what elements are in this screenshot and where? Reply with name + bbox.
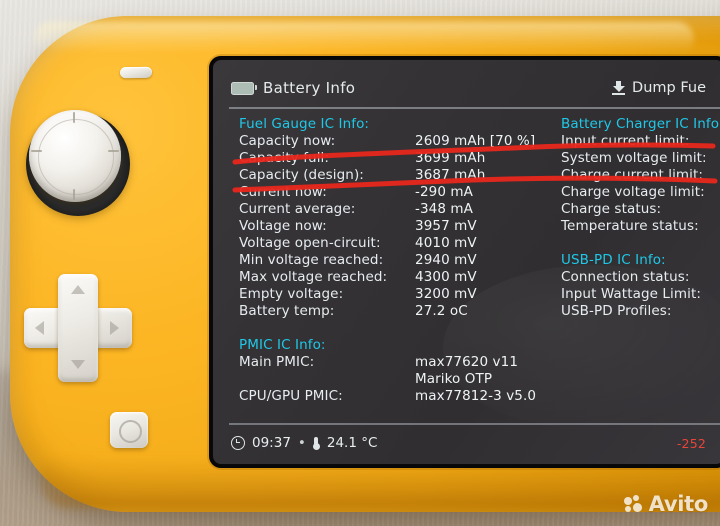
info-body: Fuel Gauge IC Info: Capacity now: 2609 m… [213, 116, 720, 416]
row-usb-pd-profiles: USB-PD Profiles: [561, 303, 672, 319]
row-charge-current-limit: Charge current limit: [561, 167, 704, 183]
row-current-now: Current now: -290 mA [239, 184, 569, 201]
row-input-current-limit: Input current limit: [561, 133, 690, 149]
value: max77812-3 v5.0 [415, 388, 537, 404]
page-title-label: Battery Info [263, 79, 356, 97]
capture-button[interactable] [110, 412, 148, 448]
label: CPU/GPU PMIC: [239, 388, 343, 404]
label: Voltage now: [239, 218, 327, 234]
status-bar: 09:37 • 24.1 °C -252 [213, 428, 720, 458]
download-icon [612, 81, 626, 95]
dpad-up-icon[interactable] [71, 285, 85, 294]
dump-fuel-label: Dump Fue [632, 80, 706, 96]
label: Min voltage reached: [239, 252, 384, 268]
body-top-highlight [34, 22, 694, 56]
right-column: Battery Charger IC Info Input current li… [561, 116, 720, 320]
label: Empty voltage: [239, 286, 344, 302]
avito-logo-icon [623, 495, 644, 513]
battery-icon [231, 81, 257, 95]
row-temperature-status: Temperature status: [561, 218, 699, 234]
thermometer-icon [312, 436, 320, 450]
dpad-left-icon[interactable] [35, 321, 44, 335]
row-main-pmic: Main PMIC: max77620 v11 [239, 354, 569, 371]
row-capacity-design: Capacity (design): 3687 mAh [239, 167, 569, 184]
value: Mariko OTP [415, 371, 493, 387]
value: 2609 mAh [70 %] [415, 133, 536, 149]
value: 3957 mV [415, 218, 477, 234]
value: 3200 mV [415, 286, 477, 302]
row-input-wattage-limit: Input Wattage Limit: [561, 286, 702, 302]
row-empty-voltage: Empty voltage: 3200 mV [239, 286, 569, 303]
label: Capacity now: [239, 133, 336, 149]
value: -290 mA [415, 184, 474, 200]
row-capacity-full: Capacity full: 3699 mAh [239, 150, 569, 167]
value: -348 mA [415, 201, 474, 217]
status-temperature: 24.1 °C [326, 435, 378, 451]
label: Main PMIC: [239, 354, 315, 370]
dump-fuel-button[interactable]: Dump Fue [612, 80, 706, 96]
row-max-voltage-reached: Max voltage reached: 4300 mV [239, 269, 569, 286]
label: Capacity (design): [239, 167, 364, 183]
row-charge-status: Charge status: [561, 201, 662, 217]
dpad-right-icon[interactable] [110, 321, 119, 335]
value: 4010 mV [415, 235, 477, 251]
row-current-average: Current average: -348 mA [239, 201, 569, 218]
clock-icon [231, 436, 245, 450]
label: Capacity full: [239, 150, 330, 166]
status-separator: • [297, 435, 306, 451]
row-min-voltage-reached: Min voltage reached: 2940 mV [239, 252, 569, 269]
dpad[interactable] [22, 272, 134, 384]
left-column: Fuel Gauge IC Info: Capacity now: 2609 m… [239, 116, 569, 405]
label: Current now: [239, 184, 327, 200]
device-screen: Battery Info Dump Fue Fuel Gauge IC Info… [213, 60, 720, 464]
row-charge-voltage-limit: Charge voltage limit: [561, 184, 705, 200]
label: Current average: [239, 201, 356, 217]
value: 3699 mAh [415, 150, 486, 166]
minus-button[interactable] [119, 66, 153, 79]
usb-pd-heading: USB-PD IC Info: [561, 252, 666, 268]
value: 3687 mAh [415, 167, 486, 183]
photo-scene: Battery Info Dump Fue Fuel Gauge IC Info… [0, 0, 720, 526]
avito-label: Avito [648, 492, 709, 516]
label: Voltage open-circuit: [239, 235, 381, 251]
avito-watermark: Avito [623, 492, 709, 516]
charger-heading: Battery Charger IC Info [561, 116, 720, 132]
row-voltage-now: Voltage now: 3957 mV [239, 218, 569, 235]
value: max77620 v11 [415, 354, 519, 370]
row-voltage-open-circuit: Voltage open-circuit: 4010 mV [239, 235, 569, 252]
status-right-value: -252 [676, 435, 706, 451]
status-divider [229, 423, 720, 425]
status-time: 09:37 [252, 435, 291, 451]
right-section-spacer [561, 235, 720, 252]
row-connection-status: Connection status: [561, 269, 690, 285]
row-capacity-now: Capacity now: 2609 mAh [70 %] [239, 133, 569, 150]
fuel-gauge-heading: Fuel Gauge IC Info: [239, 116, 370, 132]
row-cpu-gpu-pmic: CPU/GPU PMIC: max77812-3 v5.0 [239, 388, 569, 405]
row-system-voltage-limit: System voltage limit: [561, 150, 707, 166]
row-main-pmic-otp: Mariko OTP [239, 371, 569, 388]
row-battery-temp: Battery temp: 27.2 oC [239, 303, 569, 320]
label: Battery temp: [239, 303, 335, 319]
value: 27.2 oC [415, 303, 468, 319]
page-title: Battery Info [231, 79, 355, 97]
left-analog-stick[interactable] [29, 110, 121, 202]
value: 4300 mV [415, 269, 477, 285]
header-divider [229, 107, 720, 109]
pmic-heading: PMIC IC Info: [239, 337, 326, 353]
app-header: Battery Info Dump Fue [213, 74, 720, 102]
value: 2940 mV [415, 252, 477, 268]
label: Max voltage reached: [239, 269, 388, 285]
dpad-down-icon[interactable] [71, 360, 85, 369]
